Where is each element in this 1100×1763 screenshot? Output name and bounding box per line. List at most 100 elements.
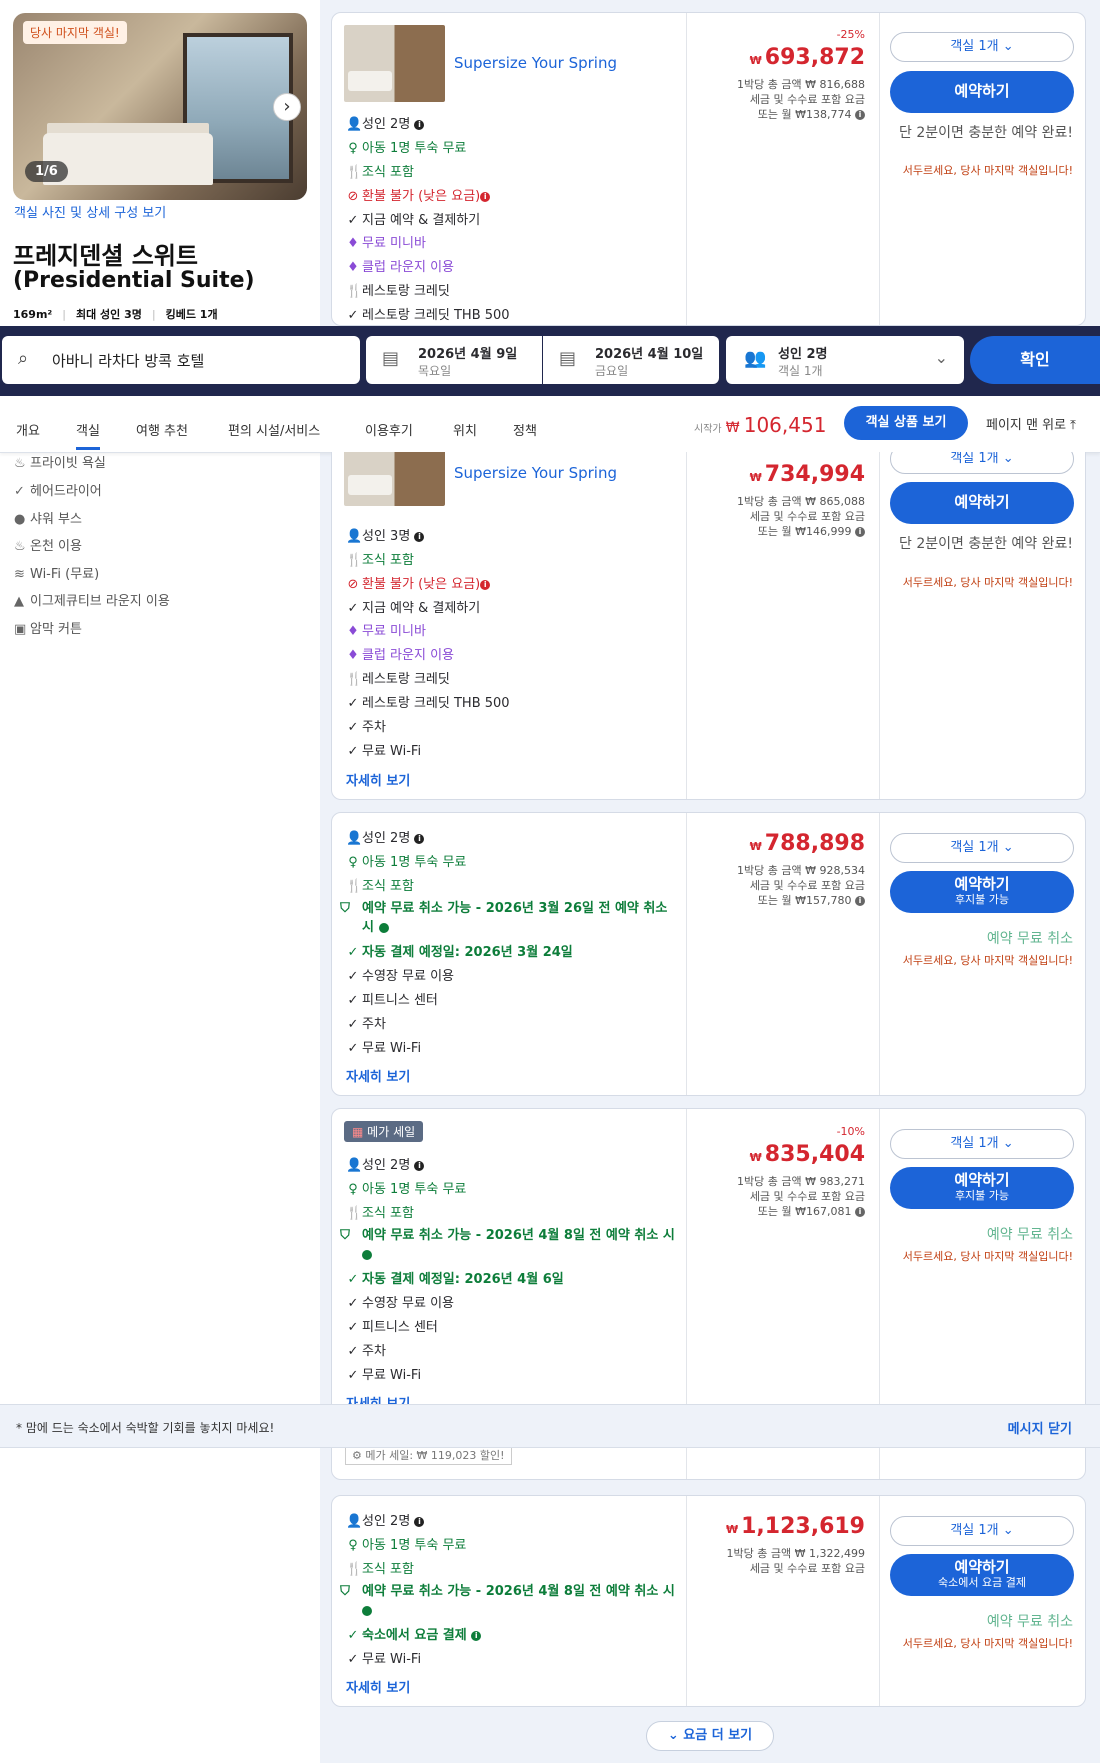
- info-icon[interactable]: i: [358, 1249, 372, 1260]
- info-icon[interactable]: i: [471, 1630, 482, 1641]
- info-icon[interactable]: i: [414, 833, 425, 844]
- info-icon[interactable]: i: [414, 119, 425, 130]
- more-details-link[interactable]: 자세히 보기: [346, 1677, 410, 1696]
- book-button[interactable]: 예약하기 숙소에서 요금 결제: [890, 1554, 1074, 1596]
- search-icon: ⌕: [18, 348, 29, 369]
- info-icon[interactable]: i: [855, 896, 865, 906]
- info-icon[interactable]: i: [855, 527, 865, 537]
- checkin-field[interactable]: ▤ 2026년 4월 9일 목요일: [366, 336, 542, 384]
- more-details-link[interactable]: 자세히 보기: [346, 770, 410, 789]
- next-photo-button[interactable]: ›: [273, 93, 301, 121]
- info-icon[interactable]: i: [480, 191, 491, 202]
- view-room-offers-button[interactable]: 객실 상품 보기: [844, 406, 968, 440]
- room-count-select[interactable]: 객실 1개 ⌄: [890, 32, 1074, 62]
- total-price: 1박당 총 금액 ₩ 983,271: [737, 1175, 865, 1188]
- room-count-select[interactable]: 객실 1개 ⌄: [890, 1129, 1074, 1159]
- tab-overview[interactable]: 개요: [16, 420, 40, 439]
- tax-note: 세금 및 수수료 포함 요금: [749, 510, 865, 523]
- diamond-icon: ♦: [347, 236, 359, 251]
- info-icon[interactable]: i: [414, 531, 425, 542]
- tab-amenities[interactable]: 편의 시설/서비스: [228, 420, 320, 439]
- bath-icon: ♨: [14, 456, 26, 471]
- promo-name[interactable]: Supersize Your Spring: [454, 464, 617, 482]
- amenity-lounge: ▲ 이그제큐티브 라운지 이용: [14, 594, 170, 609]
- chevron-down-icon: ⌄: [934, 348, 948, 367]
- check-icon: ✓: [347, 696, 359, 711]
- more-rates-button[interactable]: ⌄ 요금 더 보기: [646, 1721, 774, 1751]
- guests-field[interactable]: 👥 성인 2명 객실 1개 ⌄: [726, 336, 964, 384]
- checkout-field[interactable]: ▤ 2026년 4월 10일 금요일: [543, 336, 719, 384]
- child-icon: ♀: [348, 141, 358, 156]
- book-button[interactable]: 예약하기 후지불 가능: [890, 871, 1074, 913]
- promo-name[interactable]: Supersize Your Spring: [454, 54, 617, 72]
- check-icon: ✓: [347, 1041, 359, 1056]
- info-icon[interactable]: i: [358, 1605, 372, 1616]
- info-icon[interactable]: i: [855, 1207, 865, 1217]
- chevron-down-icon: ⌄: [1002, 39, 1014, 54]
- tab-reviews[interactable]: 이용후기: [365, 420, 413, 439]
- check-icon: ✓: [347, 213, 359, 228]
- arrow-up-icon: ⤒: [1070, 418, 1076, 433]
- amenity-private-bath: ♨ 프라이빗 욕실: [14, 456, 106, 471]
- room-count-select[interactable]: 객실 1개 ⌄: [890, 1516, 1074, 1546]
- room-info-column: 당사 마지막 객실! › 1/6 객실 사진 및 상세 구성 보기 프레지덴셜 …: [0, 0, 320, 1763]
- feature-auto-payment: ✓ 자동 결제 예정일: 2026년 4월 6일: [347, 1272, 564, 1287]
- feature-club-lounge: ♦ 클럽 라운지 이용: [347, 260, 454, 275]
- room-count-select[interactable]: 객실 1개 ⌄: [890, 833, 1074, 863]
- feature-breakfast: 🍴조식 포함: [346, 879, 414, 894]
- feature-free-cancel: ⛉ 예약 무료 취소 가능 - 2026년 4월 8일 전 예약 취소 시 i: [340, 1228, 675, 1260]
- more-details-link[interactable]: 자세히 보기: [346, 1066, 410, 1085]
- info-icon[interactable]: i: [855, 110, 865, 120]
- close-notice-button[interactable]: 메시지 닫기: [1008, 1418, 1072, 1437]
- book-button[interactable]: 예약하기: [890, 71, 1074, 113]
- info-icon[interactable]: i: [480, 579, 491, 590]
- mega-sale-badge: ▦ 메가 세일: [344, 1121, 424, 1142]
- calendar-icon: ▤: [559, 348, 577, 369]
- feature-guests: 👤성인 2명 i: [346, 827, 425, 846]
- tab-recommendations[interactable]: 여행 추천: [136, 420, 188, 439]
- tab-location[interactable]: 위치: [453, 420, 477, 439]
- free-cancel-label: 예약 무료 취소: [986, 1227, 1073, 1243]
- price: ₩693,872: [749, 45, 865, 70]
- check-icon: ✓: [347, 1368, 359, 1383]
- hotel-search-input[interactable]: ⌕ 아바니 라차다 방콕 호텔: [2, 336, 360, 384]
- info-icon[interactable]: i: [374, 922, 389, 933]
- shower-icon: ●: [14, 512, 26, 527]
- photo-details-link[interactable]: 객실 사진 및 상세 구성 보기: [14, 202, 166, 221]
- feature-child: ♀ 아동 1명 투숙 무료: [346, 851, 466, 870]
- feature-fitness: ✓ 피트니스 센터: [347, 993, 438, 1008]
- starting-price: 시작가 ₩ 106,451: [694, 413, 827, 437]
- room-count-select[interactable]: 객실 1개 ⌄: [890, 452, 1074, 474]
- feature-breakfast: 🍴조식 포함: [346, 1206, 414, 1221]
- book-button[interactable]: 예약하기: [890, 482, 1074, 524]
- confirm-search-button[interactable]: 확인: [970, 336, 1100, 384]
- feature-breakfast: 🍴조식 포함: [346, 553, 414, 568]
- chevron-down-icon: ⌄: [1002, 1523, 1014, 1538]
- feature-pool: ✓ 수영장 무료 이용: [347, 1296, 454, 1311]
- book-button[interactable]: 예약하기 후지불 가능: [890, 1167, 1074, 1209]
- feature-free-cancel: ⛉ 예약 무료 취소 가능 - 2026년 4월 8일 전 예약 취소 시 i: [340, 1584, 675, 1616]
- feature-nonrefundable: ⊘ 환불 불가 (낮은 요금) i: [346, 573, 491, 592]
- total-price: 1박당 총 금액 ₩ 1,322,499: [726, 1547, 865, 1560]
- room-photo[interactable]: 당사 마지막 객실! › 1/6: [13, 13, 307, 200]
- free-cancel-label: 예약 무료 취소: [986, 931, 1073, 947]
- tab-policies[interactable]: 정책: [513, 420, 537, 439]
- total-price: 1박당 총 금액 ₩ 928,534: [737, 864, 865, 877]
- feature-restaurant-credit: 🍴레스토랑 크레딧: [346, 284, 450, 299]
- rate-offer-2: Supersize Your Spring 👤성인 3명 i 🍴조식 포함 ⊘ 환…: [331, 452, 1086, 800]
- tab-rooms[interactable]: 객실: [76, 420, 100, 450]
- total-price: 1박당 총 금액 ₩ 865,088: [737, 495, 865, 508]
- amenity-hairdryer: ✓ 헤어드라이어: [14, 484, 102, 499]
- back-to-top-button[interactable]: 페이지 맨 위로 ⤒: [986, 414, 1076, 433]
- info-icon[interactable]: i: [414, 1516, 425, 1527]
- max-guests: 최대 성인 3명: [75, 308, 142, 321]
- curtain-icon: ▣: [14, 622, 27, 637]
- info-icon[interactable]: i: [414, 1160, 425, 1171]
- monthly-price: 또는 월 ₩167,081 i: [737, 1204, 865, 1219]
- discount-label: -25%: [836, 28, 865, 41]
- last-room-warning: 서두르세요, 당사 마지막 객실입니다!: [902, 954, 1073, 967]
- section-tabs: 개요 객실 여행 추천 편의 시설/서비스 이용후기 위치 정책 시작가 ₩ 1…: [0, 396, 1100, 453]
- feature-guests: 👤성인 2명 i: [346, 113, 425, 132]
- room-name-en: (Presidential Suite): [13, 268, 255, 293]
- utensils-icon: 🍴: [346, 1206, 363, 1221]
